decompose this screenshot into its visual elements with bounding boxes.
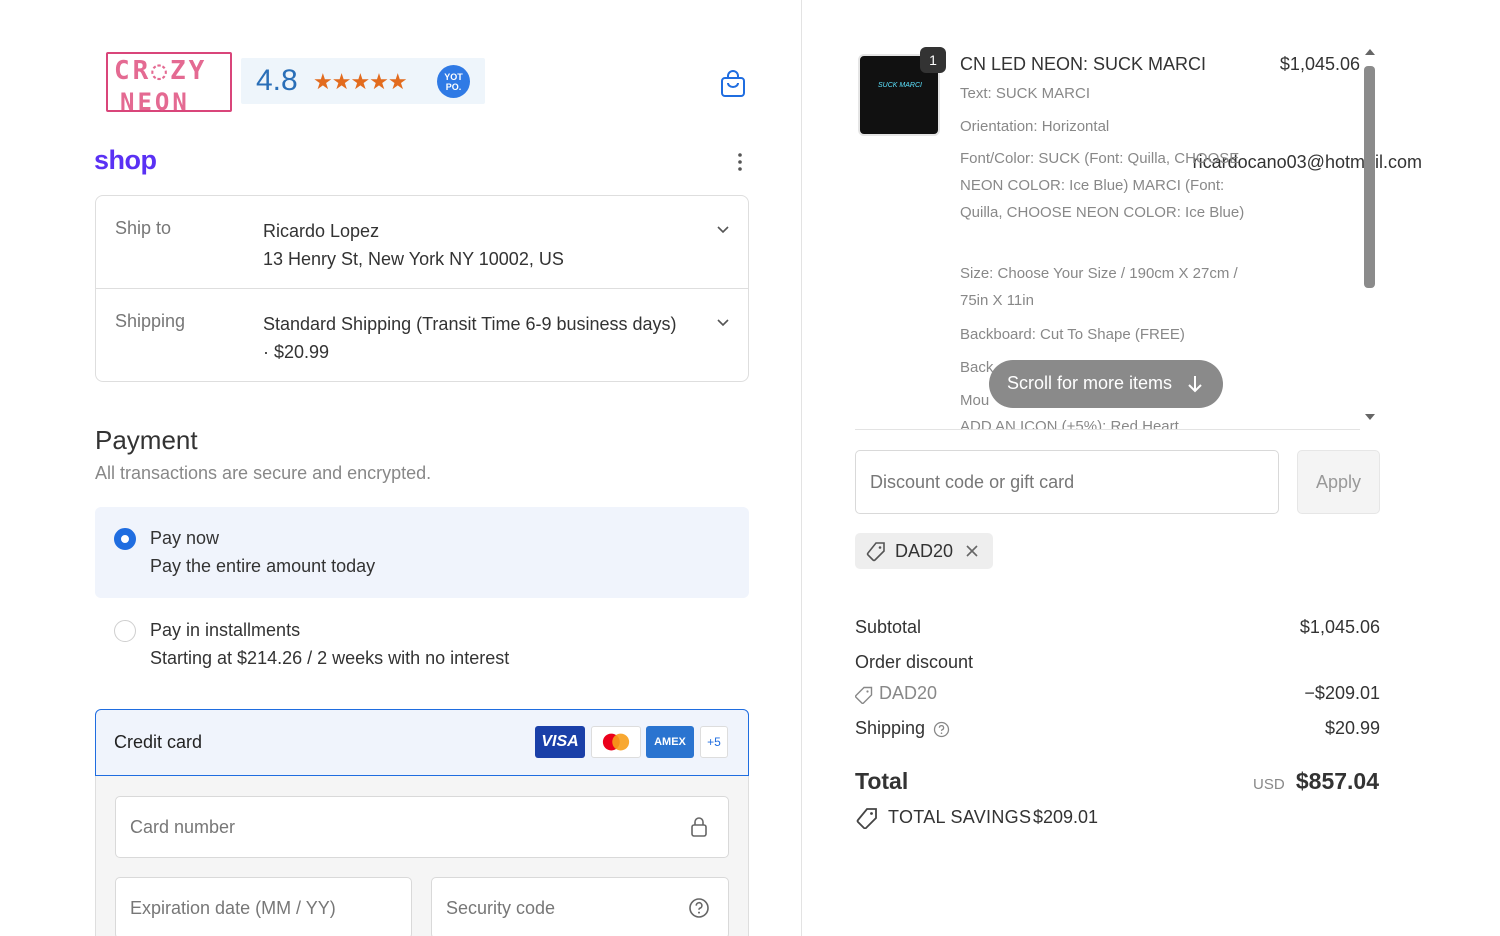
shopping-bag-icon[interactable] <box>720 70 746 98</box>
product-title: CN LED NEON: SUCK MARCI <box>960 54 1207 74</box>
amex-icon: AMEX <box>646 726 694 758</box>
shipping-summary-box: Ship to Ricardo Lopez 13 Henry St, New Y… <box>95 195 749 382</box>
rating-value: 4.8 <box>256 64 298 97</box>
scroll-for-more-button[interactable]: Scroll for more items <box>989 360 1223 408</box>
product-attribute: Text: SUCK MARCI <box>960 85 1091 102</box>
total-savings-value: $209.01 <box>1033 807 1099 827</box>
lock-icon <box>691 817 707 837</box>
remove-discount-icon[interactable] <box>964 543 980 559</box>
tag-icon <box>855 686 873 704</box>
product-thumbnail-text: SUCK MARCI <box>878 82 922 89</box>
tag-icon <box>866 542 885 562</box>
total-label: Total <box>855 768 909 794</box>
scroll-up-arrow-icon[interactable] <box>1364 48 1376 56</box>
product-attribute: ADD AN ICON (+5%): Red Heart <box>960 418 1179 429</box>
help-circle-icon[interactable] <box>933 721 950 738</box>
quantity-badge: 1 <box>920 47 946 73</box>
ship-to-value: Ricardo Lopez 13 Henry St, New York NY 1… <box>263 217 683 273</box>
payment-subtitle: All transactions are secure and encrypte… <box>95 463 432 483</box>
ship-to-name: Ricardo Lopez <box>263 221 380 241</box>
payment-heading: Payment <box>95 425 198 455</box>
subtotal-label: Subtotal <box>855 617 922 637</box>
items-divider <box>855 429 1360 430</box>
applied-discount-code: DAD20 <box>895 541 954 561</box>
discount-code-label: DAD20 <box>879 683 938 703</box>
product-attribute: Size: Choose Your Size / 190cm X 27cm / … <box>960 265 1238 309</box>
applied-discount-chip: DAD20 <box>855 533 993 569</box>
shop-pay-logo: shop <box>94 145 157 175</box>
pay-installments-title[interactable]: Pay in installments <box>150 620 300 641</box>
discount-value: −$209.01 <box>1304 683 1380 703</box>
product-attribute: Orientation: Horizontal <box>960 118 1110 135</box>
store-logo-line2: NEON <box>120 88 190 116</box>
pay-installments-subtitle: Starting at $214.26 / 2 weeks with no in… <box>150 648 510 668</box>
apply-discount-button[interactable]: Apply <box>1297 450 1380 514</box>
help-circle-icon[interactable] <box>688 897 710 919</box>
security-code-field[interactable] <box>431 877 729 936</box>
product-price: $1,045.06 <box>1279 54 1360 74</box>
rating-stars: ★★★★★ <box>313 69 408 94</box>
currency-code: USD <box>1253 776 1285 793</box>
savings-tag-icon <box>856 808 877 829</box>
product-attribute: Backboard: Cut To Shape (FREE) <box>960 326 1185 343</box>
subtotal-value: $1,045.06 <box>1299 617 1380 637</box>
card-number-input[interactable] <box>116 797 728 857</box>
scroll-down-arrow-icon[interactable] <box>1364 413 1376 421</box>
product-attribute: Font/Color: SUCK (Font: Quilla, CHOOSE N… <box>960 150 1245 221</box>
pay-now-subtitle: Pay the entire amount today <box>150 556 376 576</box>
card-number-field[interactable] <box>115 796 729 858</box>
expiration-input[interactable] <box>116 878 411 936</box>
order-discount-label: Order discount <box>855 652 974 672</box>
security-code-input[interactable] <box>432 878 728 936</box>
chevron-down-icon[interactable] <box>716 222 730 236</box>
mastercard-icon <box>591 726 641 758</box>
pay-now-option[interactable] <box>95 507 749 598</box>
pay-installments-radio[interactable] <box>114 620 136 642</box>
pay-now-title: Pay now <box>150 528 220 548</box>
ship-to-address: 13 Henry St, New York NY 10002, US <box>263 249 564 269</box>
scroll-hint-label: Scroll for more items <box>1007 373 1173 393</box>
more-options-icon[interactable] <box>735 152 745 172</box>
shipping-method-row[interactable]: Shipping Standard Shipping (Transit Time… <box>96 289 748 381</box>
shipping-summary-label: Shipping <box>855 718 926 738</box>
store-logo-line1: CR◌ZY <box>114 56 208 86</box>
items-scrollbar-thumb[interactable] <box>1364 66 1375 288</box>
shipping-value: Standard Shipping (Transit Time 6-9 busi… <box>263 314 677 362</box>
arrow-down-icon <box>1188 376 1202 393</box>
more-cards-badge: +5 <box>700 726 728 758</box>
ship-to-row[interactable]: Ship to Ricardo Lopez 13 Henry St, New Y… <box>96 196 748 289</box>
discount-code-input[interactable] <box>856 451 1278 513</box>
chevron-down-icon[interactable] <box>716 315 730 329</box>
credit-card-label: Credit card <box>114 732 203 752</box>
discount-code-field[interactable] <box>855 450 1279 514</box>
total-value: $857.04 <box>1295 768 1379 794</box>
shipping-summary-value: $20.99 <box>1324 718 1380 738</box>
total-savings-label: TOTAL SAVINGS <box>888 807 1032 827</box>
ship-to-label: Ship to <box>115 218 172 238</box>
pay-now-radio[interactable] <box>114 528 136 550</box>
visa-icon: VISA <box>535 726 585 758</box>
expiration-field[interactable] <box>115 877 412 936</box>
shipping-label: Shipping <box>115 311 186 331</box>
yotpo-badge-icon: YOT PO. <box>437 65 470 98</box>
